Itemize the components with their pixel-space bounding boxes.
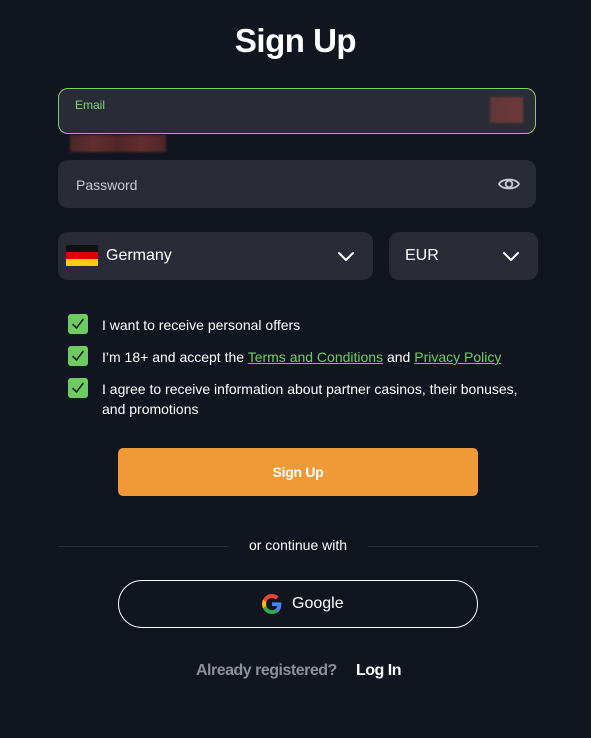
already-registered-text: Already registered? [196, 662, 337, 679]
divider-text: or continue with [248, 537, 348, 553]
age-terms-checkbox[interactable] [68, 346, 88, 366]
offers-label: I want to receive personal offers [102, 317, 301, 333]
email-label: Email [75, 98, 106, 112]
password-input[interactable] [74, 173, 478, 197]
country-value: Germany [106, 247, 172, 264]
chevron-down-icon [337, 248, 355, 264]
age-terms-prefix: I’m 18+ and accept the [102, 349, 245, 365]
email-field[interactable]: Email [58, 88, 536, 134]
offers-checkbox[interactable] [68, 314, 88, 334]
check-icon [72, 318, 84, 329]
partners-label: I agree to receive information about par… [102, 381, 518, 417]
signup-button[interactable]: Sign Up [118, 448, 478, 496]
email-input[interactable] [75, 113, 479, 131]
eye-icon[interactable] [497, 173, 521, 195]
germany-flag-icon [66, 245, 98, 266]
page-title: Sign Up [234, 22, 357, 59]
partners-checkbox[interactable] [68, 378, 88, 398]
privacy-link[interactable]: Privacy Policy [414, 349, 501, 365]
currency-value: EUR [405, 247, 439, 264]
google-label: Google [292, 595, 344, 612]
redacted-block [70, 135, 166, 152]
google-button[interactable]: Google [118, 580, 478, 628]
google-icon [262, 594, 282, 614]
check-icon [72, 382, 84, 393]
chevron-down-icon [502, 248, 520, 264]
age-terms-text: I’m 18+ and accept the Terms and Conditi… [102, 347, 540, 367]
currency-select[interactable]: EUR [389, 232, 538, 280]
redacted-block [490, 97, 523, 123]
country-select[interactable]: Germany [58, 232, 373, 280]
password-field[interactable] [58, 160, 536, 208]
divider-left [58, 546, 228, 547]
and-text: and [386, 349, 411, 365]
terms-link[interactable]: Terms and Conditions [248, 349, 383, 365]
check-icon [72, 350, 84, 361]
divider-right [368, 546, 538, 547]
login-link[interactable]: Log In [356, 662, 401, 680]
